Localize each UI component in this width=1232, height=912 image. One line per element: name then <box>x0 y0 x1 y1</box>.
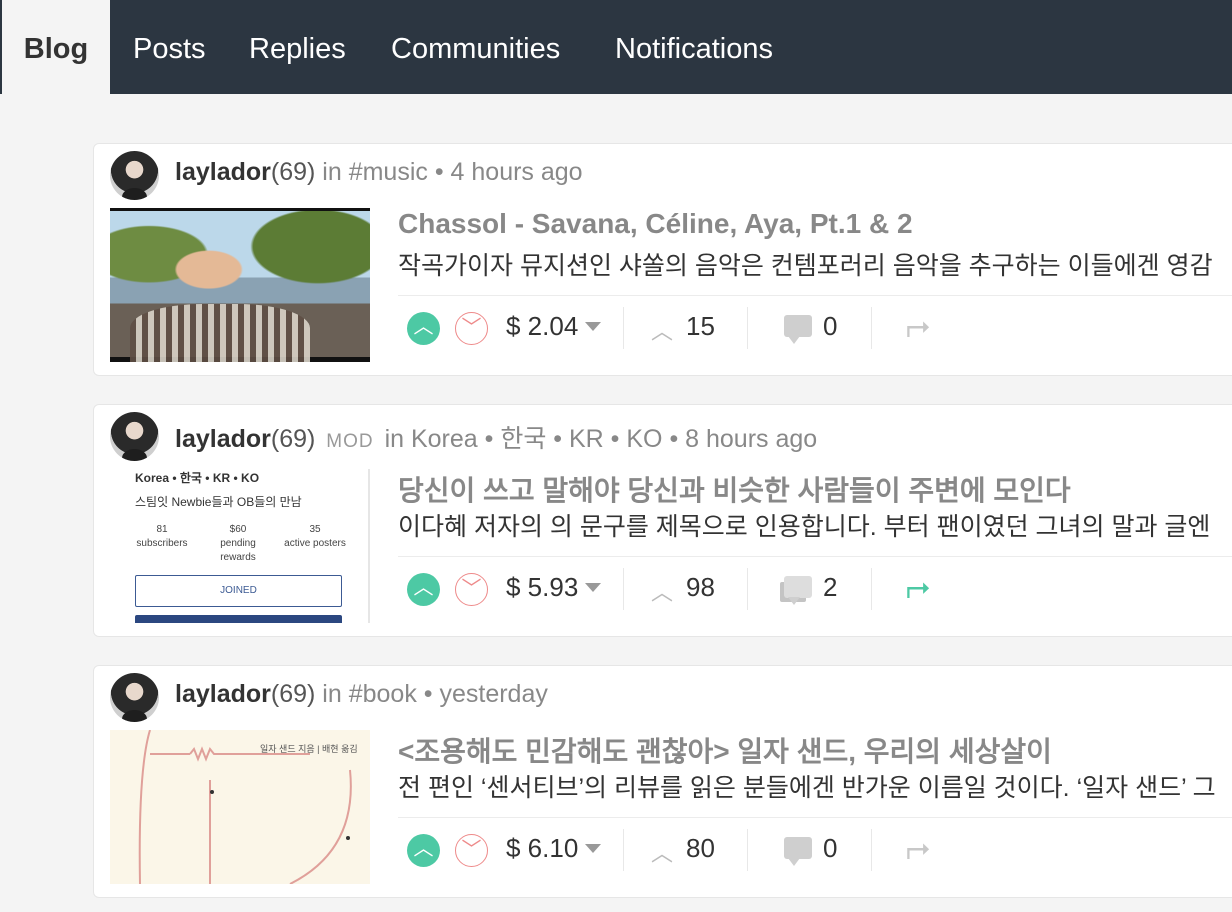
post-thumbnail[interactable]: 일자 샌드 지음 | 배현 옮김 <box>110 730 370 884</box>
downvote-button[interactable]: ﹀ <box>455 834 488 867</box>
votes-count[interactable]: 98 <box>686 572 715 603</box>
community-link[interactable]: in #book <box>322 680 417 708</box>
post-card: laylador(69) in #book • yesterday 일자 샌드 … <box>93 665 1232 898</box>
thumb-subtitle: 스팀잇 Newbie들과 OB들의 만남 <box>135 495 302 509</box>
tab-posts[interactable]: Posts <box>133 0 206 94</box>
separator <box>747 307 748 349</box>
separator <box>623 568 624 610</box>
tab-notifications[interactable]: Notifications <box>615 0 773 94</box>
post-time: • yesterday <box>423 680 548 708</box>
separator <box>747 829 748 871</box>
post-title[interactable]: Chassol - Savana, Céline, Aya, Pt.1 & 2 <box>398 208 913 240</box>
thumb-stat: 81 subscribers <box>136 524 188 549</box>
upvote-button[interactable]: ︿ <box>407 573 440 606</box>
separator <box>871 307 872 349</box>
mod-badge: MOD <box>326 431 374 452</box>
post-meta: laylador(69) MOD in Korea • 한국 • KR • KO… <box>175 419 817 455</box>
separator <box>623 307 624 349</box>
thumb-bar <box>135 615 342 623</box>
separator <box>747 568 748 610</box>
post-meta: laylador(69) in #book • yesterday <box>175 680 548 709</box>
post-thumbnail[interactable]: Korea • 한국 • KR • KO 스팀잇 Newbie들과 OB들의 만… <box>110 469 370 623</box>
joined-button: JOINED <box>135 575 342 607</box>
payout-value[interactable]: $ 6.10 <box>506 833 578 864</box>
reblog-icon[interactable]: ⮣ <box>906 832 930 864</box>
post-time: • 4 hours ago <box>434 158 583 186</box>
comment-icon[interactable] <box>784 837 812 866</box>
separator <box>871 568 872 610</box>
reputation: (69) <box>270 425 316 453</box>
chevron-up-icon: ︿ <box>651 319 674 344</box>
downvote-button[interactable]: ﹀ <box>455 312 488 345</box>
chevron-up-icon: ︿ <box>413 838 434 860</box>
author-link[interactable]: laylador <box>175 158 271 186</box>
avatar[interactable] <box>110 673 159 722</box>
divider <box>398 817 1232 818</box>
post-excerpt[interactable]: 전 편인 ‘센서티브’의 리뷰를 읽은 분들에겐 반가운 이름일 것이다. ‘일… <box>398 768 1216 804</box>
chevron-up-icon: ︿ <box>413 577 434 599</box>
separator <box>871 829 872 871</box>
tab-blog[interactable]: Blog <box>2 0 110 94</box>
payout-value[interactable]: $ 2.04 <box>506 311 578 342</box>
reblog-icon[interactable]: ⮣ <box>906 571 930 603</box>
avatar[interactable] <box>110 412 159 461</box>
post-meta: laylador(69) in #music • 4 hours ago <box>175 158 583 187</box>
divider <box>398 556 1232 557</box>
caret-down-icon[interactable] <box>585 844 601 853</box>
tab-communities[interactable]: Communities <box>391 0 560 94</box>
comments-count[interactable]: 0 <box>823 311 837 342</box>
post-excerpt[interactable]: 이다혜 저자의 의 문구를 제목으로 인용합니다. 부터 팬이였던 그녀의 말과… <box>398 507 1210 543</box>
book-caption: 일자 샌드 지음 | 배현 옮김 <box>260 744 358 754</box>
payout-value[interactable]: $ 5.93 <box>506 572 578 603</box>
post-card: laylador(69) MOD in Korea • 한국 • KR • KO… <box>93 404 1232 637</box>
votes-count[interactable]: 80 <box>686 833 715 864</box>
post-excerpt[interactable]: 작곡가이자 뮤지션인 샤쏠의 음악은 컨템포러리 음악을 추구하는 이들에겐 영… <box>398 246 1213 282</box>
post-card: laylador(69) in #music • 4 hours ago Cha… <box>93 143 1232 376</box>
chevron-up-icon: ︿ <box>651 580 674 605</box>
caret-down-icon[interactable] <box>585 583 601 592</box>
post-thumbnail[interactable] <box>110 208 370 362</box>
author-link[interactable]: laylador <box>175 680 271 708</box>
avatar[interactable] <box>110 151 159 200</box>
chevron-down-icon: ﹀ <box>461 578 482 600</box>
chevron-up-icon: ︿ <box>651 841 674 866</box>
chevron-down-icon: ﹀ <box>461 839 482 861</box>
votes-count[interactable]: 15 <box>686 311 715 342</box>
top-nav: Blog Posts Replies Communities Notificat… <box>0 0 1232 94</box>
thumb-stat: 35 active posters <box>284 524 346 549</box>
divider <box>398 295 1232 296</box>
upvote-button[interactable]: ︿ <box>407 312 440 345</box>
community-link[interactable]: in #music <box>322 158 428 186</box>
chevron-up-icon: ︿ <box>413 316 434 338</box>
caret-down-icon[interactable] <box>585 322 601 331</box>
post-time: • 8 hours ago <box>669 425 818 453</box>
post-title[interactable]: <조용해도 민감해도 괜찮아> 일자 샌드, 우리의 세상살이 <box>398 730 1052 770</box>
thumb-stat: $60 pending rewards <box>220 524 256 563</box>
thumb-heading: Korea • 한국 • KR • KO <box>135 471 260 485</box>
downvote-button[interactable]: ﹀ <box>455 573 488 606</box>
reblog-icon[interactable]: ⮣ <box>906 310 930 342</box>
tab-replies[interactable]: Replies <box>249 0 346 94</box>
upvote-button[interactable]: ︿ <box>407 834 440 867</box>
comment-icon[interactable] <box>784 315 812 344</box>
comments-count[interactable]: 0 <box>823 833 837 864</box>
comments-icon[interactable] <box>784 576 812 605</box>
separator <box>623 829 624 871</box>
community-link[interactable]: in Korea • 한국 • KR • KO <box>385 425 663 453</box>
reputation: (69) <box>270 680 316 708</box>
author-link[interactable]: laylador <box>175 425 271 453</box>
comments-count[interactable]: 2 <box>823 572 837 603</box>
post-title[interactable]: 당신이 쓰고 말해야 당신과 비슷한 사람들이 주변에 모인다 <box>398 469 1071 509</box>
chevron-down-icon: ﹀ <box>461 317 482 339</box>
reputation: (69) <box>270 158 316 186</box>
